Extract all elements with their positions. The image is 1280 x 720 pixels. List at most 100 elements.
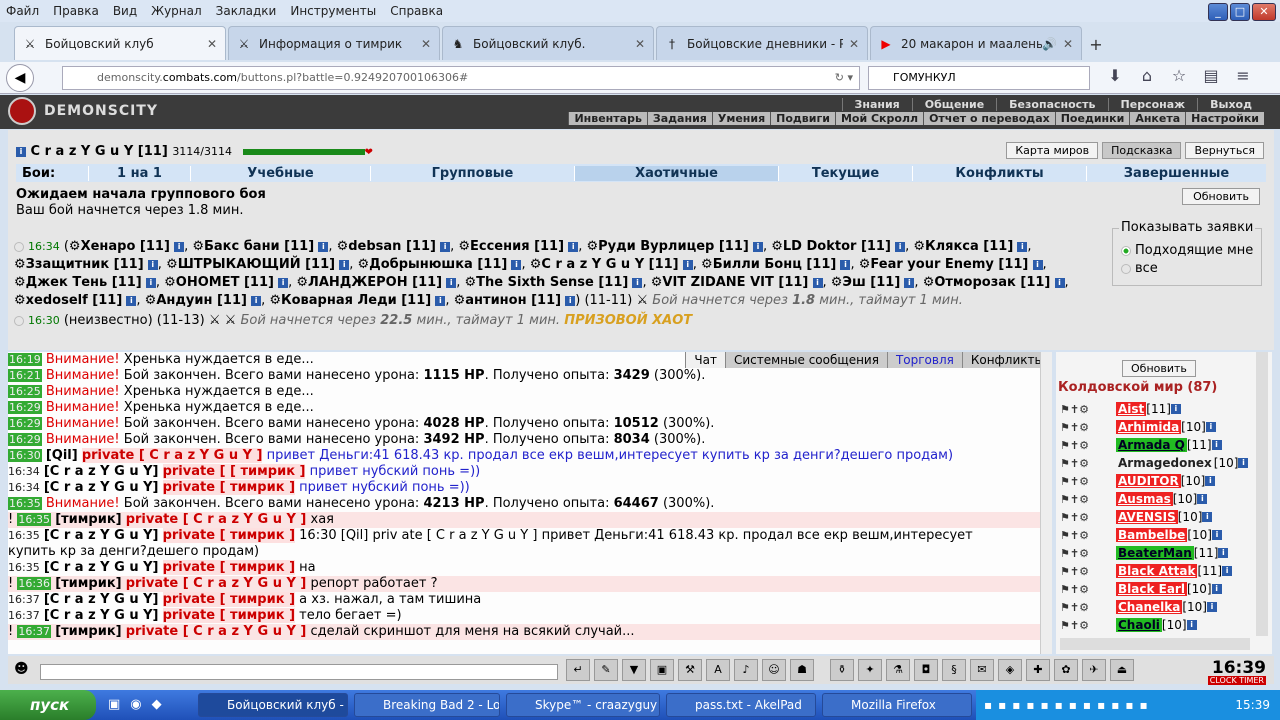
- private-target[interactable]: private [ тимрик ]: [162, 528, 296, 543]
- info-icon[interactable]: i: [632, 277, 643, 288]
- user-name[interactable]: AVENSIS: [1116, 510, 1178, 524]
- stats-icon[interactable]: ✚: [1026, 659, 1050, 681]
- info-icon[interactable]: i: [1211, 530, 1222, 540]
- reload-icon[interactable]: ↻ ▾: [835, 67, 853, 89]
- top-nav-link[interactable]: Общение: [911, 98, 996, 111]
- private-target[interactable]: private [ C r a z Y G u Y ]: [126, 576, 307, 591]
- chat-sender[interactable]: [тимрик]: [55, 512, 121, 527]
- info-icon[interactable]: i: [446, 277, 457, 288]
- info-icon[interactable]: i: [1032, 259, 1043, 270]
- clear-icon[interactable]: ✎: [594, 659, 618, 681]
- translit-icon[interactable]: A: [706, 659, 730, 681]
- battle-radio[interactable]: [14, 241, 24, 252]
- task-mozilla[interactable]: Mozilla Firefox: [822, 693, 972, 717]
- info-icon[interactable]: i: [1205, 422, 1216, 432]
- back-button[interactable]: ◀: [6, 63, 34, 92]
- info-icon[interactable]: i: [440, 241, 451, 252]
- info-icon[interactable]: i: [1202, 512, 1213, 522]
- task-firefox-club[interactable]: Бойцовский клуб - ...: [198, 693, 348, 717]
- private-target[interactable]: private [ C r a z Y G u Y ]: [126, 512, 307, 527]
- chat-sender[interactable]: [C r a z Y G u Y]: [44, 528, 159, 543]
- info-icon[interactable]: i: [568, 241, 579, 252]
- chat-sender[interactable]: [тимрик]: [55, 576, 121, 591]
- info-icon[interactable]: i: [318, 241, 329, 252]
- tab-current[interactable]: Текущие: [778, 165, 912, 181]
- tab-system[interactable]: Системные сообщения: [724, 352, 887, 368]
- book-icon[interactable]: ✉: [970, 659, 994, 681]
- quicklaunch-icons[interactable]: ▣◉◆: [108, 697, 172, 712]
- tab-close-icon[interactable]: ✕: [1063, 37, 1073, 51]
- player-name[interactable]: Fear your Enemy [11]: [870, 257, 1028, 272]
- close-icon[interactable]: ✕: [1252, 3, 1276, 21]
- info-icon[interactable]: i: [16, 146, 26, 157]
- tray-icons[interactable]: ▪▪▪▪▪▪▪▪▪▪▪▪: [984, 698, 1154, 712]
- private-target[interactable]: private [ тимрик ]: [162, 560, 296, 575]
- info-icon[interactable]: i: [1017, 241, 1028, 252]
- player-name[interactable]: антинон [11]: [465, 293, 561, 308]
- home-icon[interactable]: ⌂: [1136, 66, 1158, 85]
- menu-item[interactable]: Правка: [53, 4, 99, 18]
- info-icon[interactable]: i: [147, 259, 158, 270]
- info-icon[interactable]: i: [511, 259, 522, 270]
- info-icon[interactable]: i: [1211, 440, 1222, 450]
- chat-sender[interactable]: [Qil]: [46, 448, 78, 463]
- info-icon[interactable]: i: [251, 295, 262, 306]
- user-name[interactable]: Bambelbe: [1116, 528, 1188, 542]
- world-map-button[interactable]: Карта миров: [1006, 142, 1099, 159]
- info-icon[interactable]: i: [895, 241, 906, 252]
- send-icon[interactable]: ↵: [566, 659, 590, 681]
- start-button[interactable]: пуск: [0, 690, 96, 720]
- player-name[interactable]: Билли Бонц [11]: [713, 257, 837, 272]
- top-nav-link[interactable]: Персонаж: [1107, 98, 1198, 111]
- private-target[interactable]: private [ C r a z Y G u Y ]: [126, 624, 307, 639]
- player-name[interactable]: C r a z Y G u Y: [31, 144, 134, 159]
- info-icon[interactable]: i: [812, 277, 823, 288]
- player-name[interactable]: Эш [11]: [842, 275, 900, 290]
- player-name[interactable]: Бакс бани [11]: [204, 239, 314, 254]
- user-name[interactable]: Black Earl: [1116, 582, 1187, 596]
- magic-icon[interactable]: ✦: [858, 659, 882, 681]
- filter-all[interactable]: все: [1121, 261, 1158, 276]
- player-name[interactable]: Руди Вурлицер [11]: [598, 239, 749, 254]
- player-name[interactable]: Хенаро [11]: [81, 239, 170, 254]
- info-icon[interactable]: i: [565, 295, 576, 306]
- chest-icon[interactable]: ◘: [914, 659, 938, 681]
- user-name[interactable]: Chanelka: [1116, 600, 1183, 614]
- tab-close-icon[interactable]: ✕: [421, 37, 431, 51]
- info-icon[interactable]: i: [1054, 277, 1065, 288]
- info-icon[interactable]: i: [1222, 566, 1233, 576]
- chat-sender[interactable]: [C r a z Y G u Y]: [44, 480, 159, 495]
- chat-sender[interactable]: [C r a z Y G u Y]: [44, 560, 159, 575]
- potion-icon[interactable]: ⚗: [886, 659, 910, 681]
- tab-close-icon[interactable]: ✕: [635, 37, 645, 51]
- return-button[interactable]: Вернуться: [1185, 142, 1264, 159]
- player-name[interactable]: VIT ZIDANE VIT [11]: [662, 275, 808, 290]
- user-name[interactable]: Arhimida: [1116, 420, 1182, 434]
- url-bar[interactable]: demonscity.combats.com/buttons.pl?battle…: [62, 66, 860, 90]
- menu-item[interactable]: Инструменты: [290, 4, 376, 18]
- player-name[interactable]: LD Doktor [11]: [783, 239, 891, 254]
- sub-nav-link[interactable]: Инвентарь: [568, 112, 646, 125]
- sound-icon[interactable]: ♪: [734, 659, 758, 681]
- info-icon[interactable]: i: [752, 241, 763, 252]
- bookmarks-list-icon[interactable]: ▤: [1200, 66, 1222, 85]
- chat-sender[interactable]: [C r a z Y G u Y]: [44, 464, 159, 479]
- fighter-icon[interactable]: ⚒: [678, 659, 702, 681]
- filter-suitable[interactable]: Подходящие мне: [1121, 243, 1253, 258]
- player-name[interactable]: C r a z Y G u Y [11]: [541, 257, 678, 272]
- menu-item[interactable]: Справка: [390, 4, 443, 18]
- browser-tab[interactable]: ♞ Бойцовский клуб. ✕: [442, 26, 654, 60]
- tab-group[interactable]: Групповые: [370, 165, 574, 181]
- maximize-icon[interactable]: □: [1230, 3, 1250, 21]
- info-icon[interactable]: i: [904, 277, 915, 288]
- pet-icon[interactable]: ✈: [1082, 659, 1106, 681]
- private-target[interactable]: private [ [ тимрик ]: [162, 464, 306, 479]
- tab-finished[interactable]: Завершенные: [1086, 165, 1266, 181]
- info-icon[interactable]: i: [1170, 404, 1181, 414]
- speaker-icon[interactable]: 🔊: [1042, 37, 1057, 51]
- hint-button[interactable]: Подсказка: [1102, 142, 1182, 159]
- sub-nav-link[interactable]: Анкета: [1129, 112, 1185, 125]
- sub-nav-link[interactable]: Поединки: [1054, 112, 1130, 125]
- top-nav-link[interactable]: Выход: [1197, 98, 1264, 111]
- info-icon[interactable]: i: [1186, 620, 1197, 630]
